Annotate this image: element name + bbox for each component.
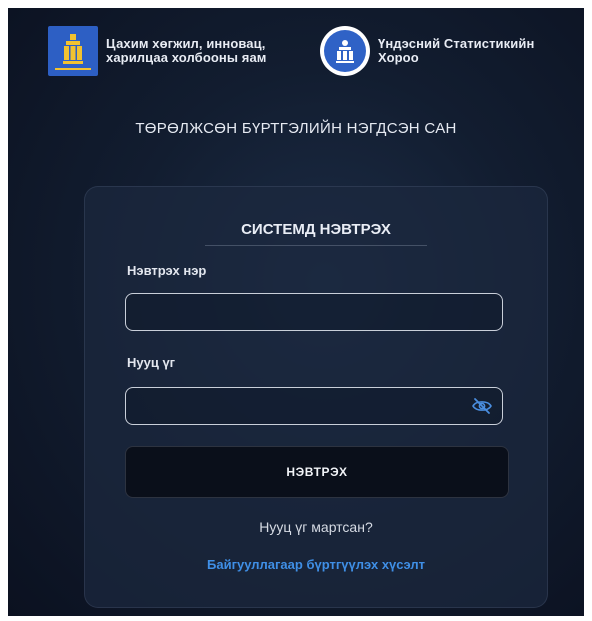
eye-slash-icon[interactable] xyxy=(472,397,492,415)
username-field-wrapper xyxy=(125,293,503,331)
ministry-name-line1: Цахим хөгжил, инновац, xyxy=(106,36,266,51)
statistics-name-line1: Үндэсний Статистикийн xyxy=(378,36,535,51)
statistics-emblem-icon xyxy=(320,26,370,76)
login-title: СИСТЕМД НЭВТРЭХ xyxy=(241,221,391,238)
ministry-name-line2: харилцаа холбооны яам xyxy=(106,50,267,65)
ministry-logo-block: Цахим хөгжил, инновац, харилцаа холбооны… xyxy=(48,26,267,76)
title-divider xyxy=(205,245,427,246)
login-card: СИСТЕМД НЭВТРЭХ Нэвтрэх нэр Нууц үг НЭВТ… xyxy=(84,186,548,608)
password-field-wrapper xyxy=(125,387,503,425)
statistics-office-name: Үндэсний Статистикийн Хороо xyxy=(378,37,534,65)
forgot-password-link[interactable]: Нууц үг мартсан? xyxy=(85,519,547,535)
username-label: Нэвтрэх нэр xyxy=(127,263,207,278)
ministry-name: Цахим хөгжил, инновац, харилцаа холбооны… xyxy=(106,37,267,65)
password-label: Нууц үг xyxy=(127,355,176,370)
username-input[interactable] xyxy=(126,294,502,330)
password-input[interactable] xyxy=(126,388,502,424)
statistics-name-line2: Хороо xyxy=(378,50,419,65)
header-logos: Цахим хөгжил, инновац, харилцаа холбооны… xyxy=(48,26,568,90)
login-screen: Цахим хөгжил, инновац, харилцаа холбооны… xyxy=(8,8,584,616)
statistics-office-logo-block: Үндэсний Статистикийн Хороо xyxy=(320,26,534,76)
organization-register-link[interactable]: Байгууллагаар бүртгүүлэх хүсэлт xyxy=(85,557,547,572)
ministry-emblem-icon xyxy=(48,26,98,76)
system-title: ТӨРӨЛЖСӨН БҮРТГЭЛИЙН НЭГДСЭН САН xyxy=(135,120,457,137)
login-button[interactable]: НЭВТРЭХ xyxy=(125,446,509,498)
